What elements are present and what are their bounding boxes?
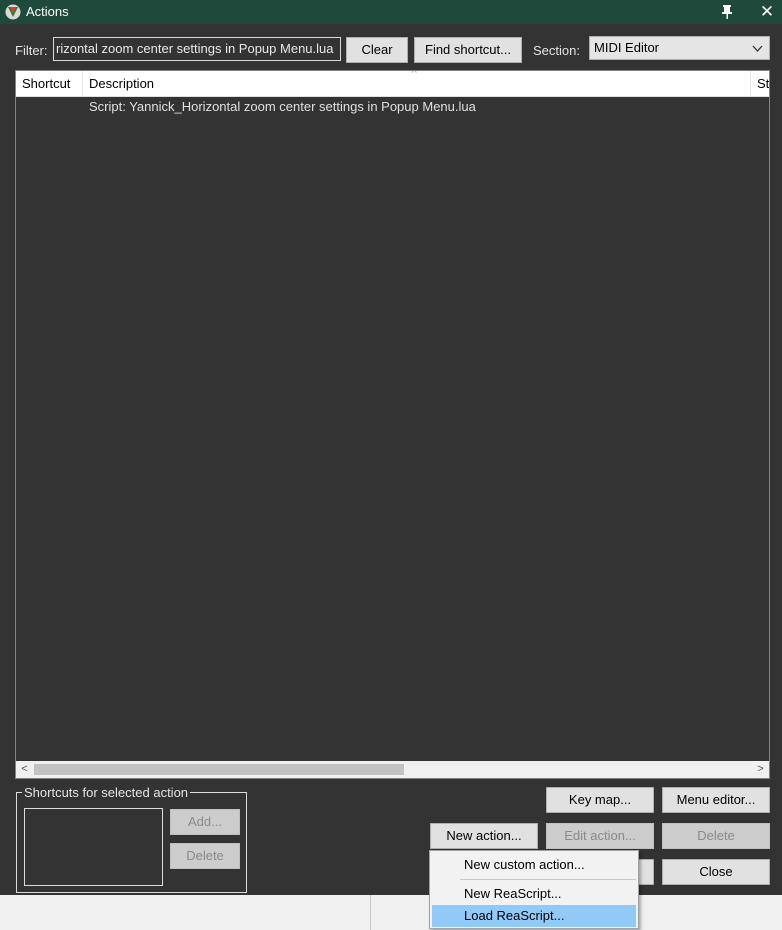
actions-list[interactable]: Shortcut Description St ^ Script: Yannic… (15, 70, 770, 779)
menu-item-new-custom-action[interactable]: New custom action... (432, 854, 636, 876)
scrollbar-thumb[interactable] (34, 764, 404, 775)
shortcuts-list[interactable] (24, 808, 163, 886)
reaper-logo-icon (5, 4, 21, 20)
menu-item-load-reascript[interactable]: Load ReaScript... (432, 905, 636, 927)
background-window (0, 895, 782, 930)
list-header: Shortcut Description St ^ (16, 71, 769, 97)
new-action-button[interactable]: New action... (430, 823, 538, 849)
shortcuts-group-title: Shortcuts for selected action (22, 785, 191, 800)
section-selected-value: MIDI Editor (594, 40, 660, 55)
horizontal-scrollbar[interactable]: < > (16, 761, 769, 778)
menu-editor-button[interactable]: Menu editor... (662, 787, 770, 813)
section-select[interactable]: MIDI Editor (589, 36, 770, 60)
close-button[interactable]: Close (662, 859, 770, 885)
edit-action-button[interactable]: Edit action... (546, 823, 654, 849)
new-action-menu: New custom action... New ReaScript... Lo… (429, 850, 639, 929)
filter-input[interactable]: rizontal zoom center settings in Popup M… (53, 37, 341, 61)
window-title: Actions (26, 4, 69, 19)
delete-action-button[interactable]: Delete (662, 823, 770, 849)
clear-button[interactable]: Clear (346, 37, 408, 63)
scroll-right-icon[interactable]: > (752, 761, 769, 778)
close-window-button[interactable]: ✕ (752, 0, 782, 24)
menu-separator (460, 879, 636, 880)
filter-label: Filter: (15, 43, 48, 58)
pin-icon[interactable] (712, 0, 742, 24)
row-description: Script: Yannick_Horizontal zoom center s… (89, 99, 476, 114)
delete-shortcut-button[interactable]: Delete (170, 843, 240, 869)
column-header-state[interactable]: St (751, 71, 769, 96)
column-header-shortcut[interactable]: Shortcut (16, 71, 83, 96)
add-shortcut-button[interactable]: Add... (170, 809, 240, 835)
menu-item-new-reascript[interactable]: New ReaScript... (432, 883, 636, 905)
divider (370, 895, 371, 930)
sort-ascending-icon: ^ (412, 70, 417, 79)
section-label: Section: (533, 43, 580, 58)
table-row[interactable]: Script: Yannick_Horizontal zoom center s… (16, 97, 769, 117)
column-header-description[interactable]: Description (83, 71, 751, 96)
scroll-left-icon[interactable]: < (16, 761, 33, 778)
key-map-button[interactable]: Key map... (546, 787, 654, 813)
chevron-down-icon (752, 37, 763, 62)
find-shortcut-button[interactable]: Find shortcut... (414, 37, 522, 63)
title-bar: Actions ✕ (0, 0, 782, 24)
